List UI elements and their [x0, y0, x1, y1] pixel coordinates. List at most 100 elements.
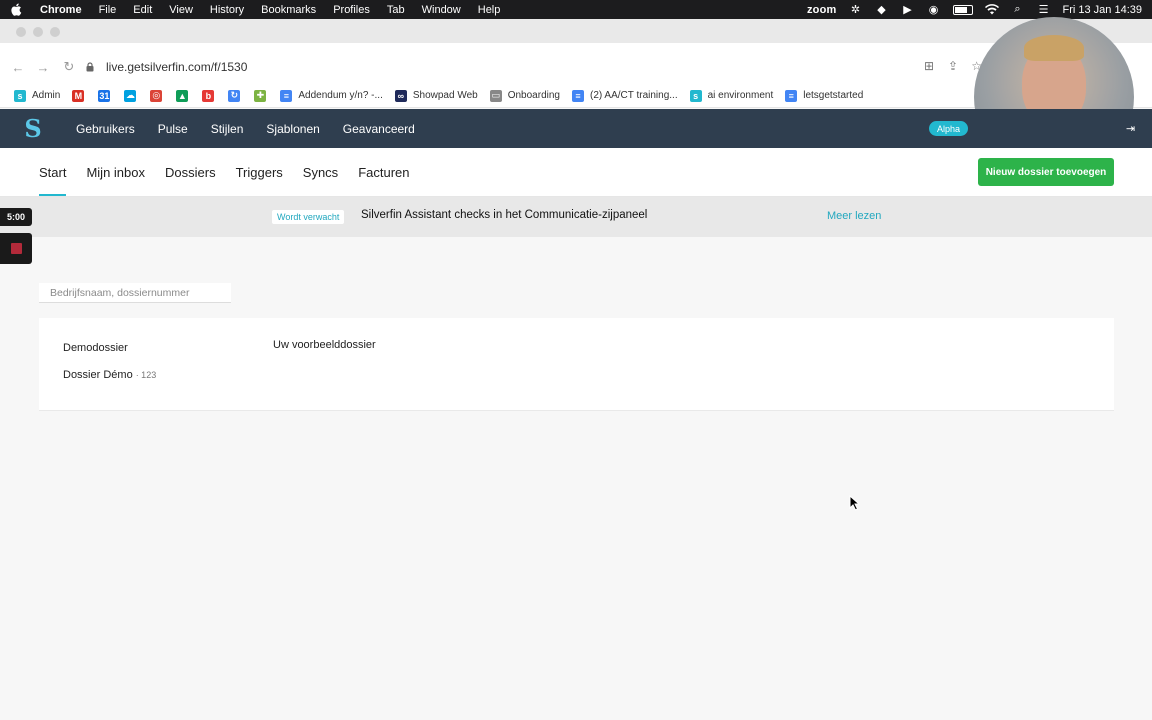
- bookmark-item[interactable]: s ai environment: [689, 89, 774, 102]
- bookmark-label: Onboarding: [507, 90, 560, 101]
- translate-icon[interactable]: ⊞: [924, 59, 934, 73]
- silverfin-logo-icon[interactable]: S: [22, 114, 44, 143]
- alpha-badge: Alpha: [929, 121, 969, 136]
- stop-recording-button[interactable]: [0, 233, 32, 264]
- bookmark-item[interactable]: ≡ Addendum y/n? -...: [280, 89, 383, 102]
- share-icon[interactable]: ⇪: [948, 59, 958, 73]
- menu-profiles[interactable]: Profiles: [333, 4, 370, 16]
- nav-sjablonen[interactable]: Sjablonen: [266, 122, 319, 136]
- mouse-cursor-icon: [849, 495, 861, 511]
- mac-menu-bar: Chrome File Edit View History Bookmarks …: [0, 0, 1152, 19]
- nav-pulse[interactable]: Pulse: [158, 122, 188, 136]
- back-icon[interactable]: ←: [10, 59, 26, 75]
- salesforce-icon: ☁: [124, 89, 137, 102]
- dossier-search-input[interactable]: [39, 283, 231, 303]
- app-navbar: S Gebruikers Pulse Stijlen Sjablonen Gea…: [0, 109, 1152, 148]
- bookmark-label: Showpad Web: [412, 90, 478, 101]
- address-bar[interactable]: live.getsilverfin.com/f/1530: [86, 56, 966, 78]
- bookmark-item[interactable]: ≡ (2) AA/CT training...: [571, 89, 678, 102]
- tab-dossiers[interactable]: Dossiers: [165, 148, 216, 197]
- close-window-button[interactable]: [16, 27, 26, 37]
- gear-icon[interactable]: ✲: [849, 4, 863, 16]
- dossier-group-name: Demodossier: [63, 342, 128, 354]
- bookmark-label: Admin: [32, 90, 61, 101]
- app-nav-links: Gebruikers Pulse Stijlen Sjablonen Geava…: [76, 109, 438, 148]
- bookmark-label: (2) AA/CT training...: [589, 90, 678, 101]
- gmail-icon: M: [72, 89, 85, 102]
- search-icon[interactable]: ⌕: [1011, 3, 1025, 16]
- silverfin-icon: s: [689, 89, 702, 102]
- drive-icon: ▲: [176, 89, 189, 102]
- add-dossier-button[interactable]: Nieuw dossier toevoegen: [978, 158, 1114, 186]
- bookmark-item[interactable]: ∞ Showpad Web: [394, 89, 478, 102]
- bookmark-item[interactable]: ✚: [254, 89, 267, 102]
- play-icon[interactable]: ◉: [927, 4, 941, 16]
- stop-icon: [10, 243, 22, 254]
- dossier-list-card: Demodossier Uw voorbeelddossier Dossier …: [39, 318, 1114, 411]
- dossier-group-description: Uw voorbeelddossier: [273, 339, 376, 351]
- webcam-hair: [1024, 35, 1084, 61]
- menu-edit[interactable]: Edit: [133, 4, 152, 16]
- folder-icon: ▭: [489, 89, 502, 102]
- list-item[interactable]: Dossier Démo · 123: [63, 366, 156, 384]
- b-icon: b: [202, 89, 215, 102]
- bookmark-item[interactable]: ↻: [228, 89, 241, 102]
- menu-help[interactable]: Help: [478, 4, 501, 16]
- showpad-icon: ∞: [394, 89, 407, 102]
- battery-icon[interactable]: [952, 4, 973, 15]
- wifi-icon[interactable]: [984, 4, 999, 16]
- apple-icon[interactable]: [10, 3, 22, 17]
- diamond-icon[interactable]: ◆: [875, 4, 889, 16]
- url-text[interactable]: live.getsilverfin.com/f/1530: [106, 60, 247, 74]
- tab-start[interactable]: Start: [39, 148, 67, 197]
- mac-status-area: zoom ✲ ◆ ▶ ◉ ⌕ ☰ Fri 13 Jan 14:39: [807, 0, 1142, 19]
- sub-nav-tabs: Start Mijn inbox Dossiers Triggers Syncs…: [39, 148, 430, 197]
- doc-icon: ≡: [785, 89, 798, 102]
- control-center-icon[interactable]: ☰: [1037, 4, 1051, 16]
- menu-chrome[interactable]: Chrome: [40, 4, 82, 16]
- bookmark-item[interactable]: ≡ letsgetstarted: [785, 89, 864, 102]
- bookmark-item[interactable]: b: [202, 89, 215, 102]
- tab-triggers[interactable]: Triggers: [236, 148, 283, 197]
- bookmark-item[interactable]: ▭ Onboarding: [489, 89, 560, 102]
- menu-history[interactable]: History: [210, 4, 244, 16]
- menu-tab[interactable]: Tab: [387, 4, 405, 16]
- maximize-window-button[interactable]: [50, 27, 60, 37]
- bookmark-item[interactable]: ▲: [176, 89, 189, 102]
- bookmark-item[interactable]: s Admin: [14, 89, 61, 102]
- expected-badge: Wordt verwacht: [272, 210, 345, 224]
- minimize-window-button[interactable]: [33, 27, 43, 37]
- menu-window[interactable]: Window: [422, 4, 461, 16]
- plus-icon: ✚: [254, 89, 267, 102]
- dossier-name[interactable]: Dossier Démo: [63, 369, 133, 381]
- refresh-icon: ↻: [228, 89, 241, 102]
- logout-icon[interactable]: ⇥: [1126, 122, 1135, 135]
- bookmark-item[interactable]: M: [72, 89, 85, 102]
- tab-syncs[interactable]: Syncs: [303, 148, 338, 197]
- forward-icon[interactable]: →: [35, 59, 51, 75]
- chrome-icon: ◎: [150, 89, 163, 102]
- clock[interactable]: Fri 13 Jan 14:39: [1063, 4, 1143, 16]
- tab-facturen[interactable]: Facturen: [358, 148, 409, 197]
- read-more-link[interactable]: Meer lezen: [827, 210, 881, 222]
- nav-geavanceerd[interactable]: Geavanceerd: [343, 122, 415, 136]
- browser-tab-strip: [0, 19, 1152, 43]
- dossier-number: · 123: [135, 370, 157, 380]
- calendar-icon: 31: [98, 89, 111, 102]
- menu-bookmarks[interactable]: Bookmarks: [261, 4, 316, 16]
- bookmark-item[interactable]: ◎: [150, 89, 163, 102]
- tag-icon[interactable]: ▶: [901, 4, 915, 16]
- bookmark-label: ai environment: [707, 90, 774, 101]
- bookmark-item[interactable]: 31: [98, 89, 111, 102]
- bookmark-label: Addendum y/n? -...: [298, 90, 383, 101]
- bookmark-item[interactable]: ☁: [124, 89, 137, 102]
- menu-view[interactable]: View: [169, 4, 193, 16]
- menu-file[interactable]: File: [99, 4, 117, 16]
- reload-icon[interactable]: ↻: [61, 59, 77, 75]
- doc-icon: ≡: [280, 89, 293, 102]
- zoom-status[interactable]: zoom: [807, 4, 837, 16]
- nav-gebruikers[interactable]: Gebruikers: [76, 122, 135, 136]
- tab-mijn-inbox[interactable]: Mijn inbox: [86, 148, 145, 197]
- nav-stijlen[interactable]: Stijlen: [211, 122, 244, 136]
- bookmark-label: letsgetstarted: [803, 90, 864, 101]
